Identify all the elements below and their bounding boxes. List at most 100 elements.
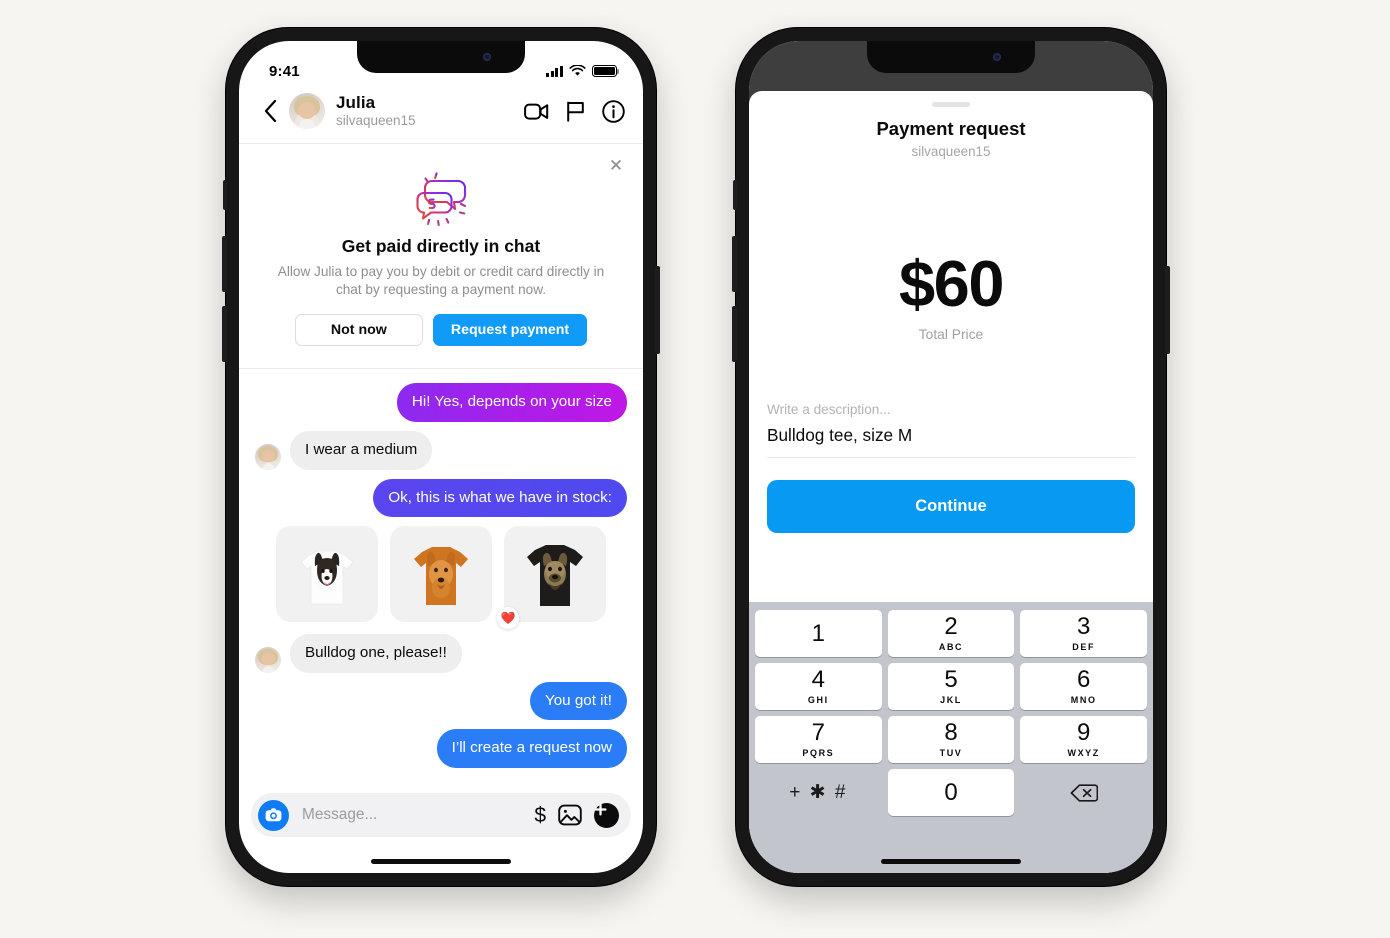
product-tile[interactable] bbox=[276, 526, 378, 623]
dollar-icon[interactable]: $ bbox=[534, 805, 546, 826]
power-button[interactable] bbox=[655, 266, 660, 354]
payment-promo-banner: ✕ Get paid directly in chat Allow Julia … bbox=[239, 144, 643, 370]
header-actions bbox=[524, 99, 625, 123]
key-4[interactable]: 4 GHI bbox=[755, 663, 882, 710]
front-camera bbox=[483, 53, 491, 61]
key-3[interactable]: 3 DEF bbox=[1020, 610, 1148, 657]
amount-display[interactable]: $60 Total Price bbox=[749, 251, 1153, 342]
silent-switch[interactable] bbox=[733, 180, 737, 210]
key-6[interactable]: 6 MNO bbox=[1020, 663, 1148, 710]
home-indicator[interactable] bbox=[881, 859, 1021, 864]
heart-icon: ❤️ bbox=[500, 611, 516, 626]
chat-header: Julia silvaqueen15 bbox=[239, 89, 643, 144]
sheet-subtitle: silvaqueen15 bbox=[911, 144, 991, 159]
notch bbox=[357, 41, 525, 73]
heart-reaction-badge[interactable]: ❤️ bbox=[497, 607, 519, 630]
volume-up-button[interactable] bbox=[732, 236, 737, 292]
status-bar-time: 9:41 bbox=[269, 62, 300, 80]
key-letters: TUV bbox=[939, 748, 963, 758]
continue-button[interactable]: Continue bbox=[767, 480, 1135, 533]
key-5[interactable]: 5 JKL bbox=[887, 663, 1015, 710]
back-chevron-icon[interactable] bbox=[255, 96, 285, 126]
request-payment-button[interactable]: Request payment bbox=[432, 314, 588, 347]
cellular-bars-icon bbox=[546, 65, 563, 77]
right-phone-screen: Payment request silvaqueen15 $60 Total P… bbox=[749, 41, 1153, 873]
volume-down-button[interactable] bbox=[222, 306, 227, 362]
product-tile[interactable]: ❤️ bbox=[497, 526, 606, 630]
key-number: 9 bbox=[1077, 719, 1091, 746]
plus-icon[interactable] bbox=[594, 802, 619, 828]
description-field[interactable]: Write a description... Bulldog tee, size… bbox=[767, 402, 1135, 458]
message-bubble[interactable]: Hi! Yes, depends on your size bbox=[396, 383, 627, 422]
image-icon[interactable] bbox=[558, 804, 582, 826]
promo-title: Get paid directly in chat bbox=[341, 236, 541, 256]
key-letters: ABC bbox=[938, 642, 964, 652]
front-camera bbox=[993, 53, 1001, 61]
left-phone-screen: 9:41 Julia silvaqueen15 ✕ Get paid direc… bbox=[239, 41, 643, 873]
backspace-icon[interactable] bbox=[1020, 769, 1147, 816]
message-row: I’ll create a request now bbox=[255, 729, 627, 768]
key-2[interactable]: 2 ABC bbox=[887, 610, 1015, 657]
message-row: I wear a medium bbox=[255, 430, 627, 470]
volume-down-button[interactable] bbox=[732, 306, 737, 362]
contact-name: Julia bbox=[336, 93, 376, 113]
message-bubble[interactable]: I’ll create a request now bbox=[436, 729, 627, 768]
message-bubble[interactable]: I wear a medium bbox=[290, 430, 433, 470]
key-number: 8 bbox=[944, 719, 958, 746]
key-number: 4 bbox=[811, 666, 826, 693]
key-7[interactable]: 7 PQRS bbox=[755, 716, 882, 763]
screenshot-stage: 9:41 Julia silvaqueen15 ✕ Get paid direc… bbox=[0, 0, 1390, 938]
power-button[interactable] bbox=[1165, 266, 1170, 354]
message-row: Bulldog one, please!! bbox=[255, 634, 627, 673]
left-phone-frame: 9:41 Julia silvaqueen15 ✕ Get paid direc… bbox=[222, 28, 660, 886]
message-composer: Message... $ bbox=[251, 793, 631, 837]
info-icon[interactable] bbox=[602, 99, 625, 123]
product-tile[interactable] bbox=[390, 526, 492, 623]
sheet-grabber[interactable] bbox=[932, 102, 970, 107]
video-call-icon[interactable] bbox=[524, 102, 549, 121]
home-indicator[interactable] bbox=[371, 859, 511, 864]
amount-label: Total Price bbox=[918, 327, 984, 342]
camera-icon[interactable] bbox=[258, 799, 289, 831]
silent-switch[interactable] bbox=[223, 180, 227, 210]
notch bbox=[867, 41, 1035, 73]
not-now-button[interactable]: Not now bbox=[294, 314, 423, 347]
avatar bbox=[255, 443, 281, 470]
wifi-icon bbox=[569, 65, 586, 76]
key-0[interactable]: 0 bbox=[887, 769, 1015, 816]
message-bubble[interactable]: You got it! bbox=[530, 681, 627, 721]
contact-handle: silvaqueen15 bbox=[336, 113, 416, 129]
close-icon[interactable]: ✕ bbox=[605, 154, 627, 176]
numeric-keypad: 1 2 ABC 3 DEF 4 GHI 5 JKL 6 MNO 7 PQRS 8… bbox=[749, 602, 1153, 873]
key-8[interactable]: 8 TUV bbox=[887, 716, 1015, 763]
flag-icon[interactable] bbox=[566, 101, 585, 122]
keypad-row: 1 2 ABC 3 DEF bbox=[752, 607, 1150, 660]
promo-subtitle: Allow Julia to pay you by debit or credi… bbox=[277, 264, 605, 298]
contact-identity[interactable]: Julia silvaqueen15 bbox=[336, 93, 524, 128]
key-number: 5 bbox=[944, 666, 958, 693]
volume-up-button[interactable] bbox=[222, 236, 227, 292]
description-value[interactable]: Bulldog tee, size M bbox=[767, 425, 1135, 458]
key-number: 1 bbox=[811, 619, 826, 647]
key-1[interactable]: 1 bbox=[755, 610, 882, 657]
message-list: Hi! Yes, depends on your size I wear a m… bbox=[239, 369, 643, 784]
chat-bubbles-dollar-icon bbox=[405, 168, 477, 230]
key-letters: DEF bbox=[1072, 642, 1096, 652]
symbols-label: + ✱ # bbox=[789, 782, 848, 803]
key-number: 0 bbox=[944, 778, 958, 806]
composer-actions: $ bbox=[534, 802, 619, 828]
sheet-title: Payment request bbox=[876, 118, 1026, 139]
battery-icon bbox=[592, 65, 620, 77]
contact-avatar[interactable] bbox=[289, 93, 325, 129]
key-number: 3 bbox=[1077, 613, 1091, 640]
right-phone-frame: Payment request silvaqueen15 $60 Total P… bbox=[732, 28, 1170, 886]
keypad-bottom-spacer bbox=[752, 819, 1150, 873]
message-bubble[interactable]: Bulldog one, please!! bbox=[290, 634, 462, 673]
key-symbols[interactable]: + ✱ # bbox=[755, 769, 882, 816]
key-9[interactable]: 9 WXYZ bbox=[1020, 716, 1148, 763]
message-input[interactable]: Message... bbox=[299, 806, 524, 824]
description-placeholder: Write a description... bbox=[767, 402, 891, 417]
message-bubble[interactable]: Ok, this is what we have in stock: bbox=[373, 478, 627, 518]
key-number: 2 bbox=[944, 613, 958, 640]
key-letters: GHI bbox=[807, 695, 829, 705]
